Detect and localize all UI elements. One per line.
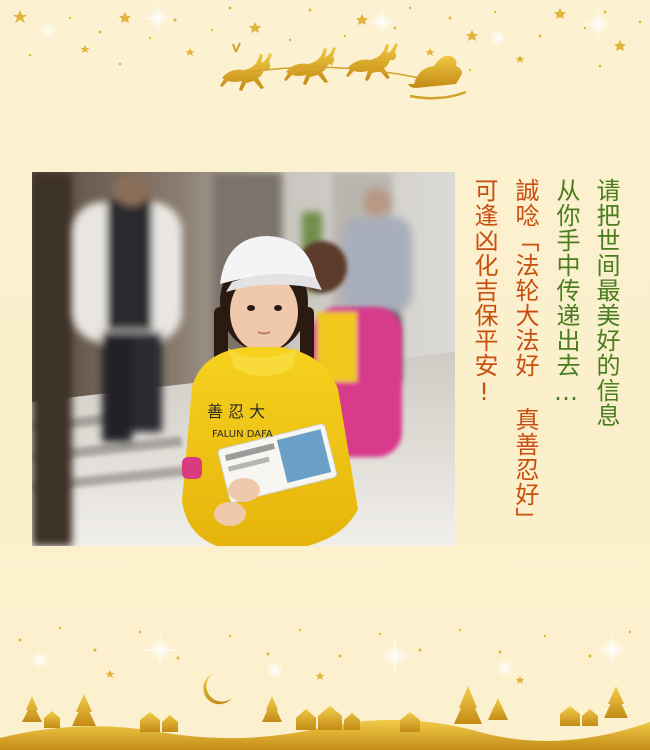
message-line-2: 从你手中传递出去… <box>552 178 580 407</box>
greeting-card: 善 忍 大 FALUN DAFA 请把世间最美好的信息 从你手中传递出去… 誠唸… <box>0 0 650 750</box>
message-line-4: 可逢凶化吉保平安! <box>470 178 498 407</box>
message-line-1: 请把世间最美好的信息 <box>592 178 620 428</box>
jacket-text-2: FALUN DAFA <box>212 429 273 440</box>
crescent-moon-icon <box>203 674 232 705</box>
sparkle-glows <box>40 4 612 46</box>
photo-child-with-flyers: 善 忍 大 FALUN DAFA <box>32 172 455 546</box>
bottom-decoration <box>0 626 650 750</box>
jacket-text-1: 善 忍 大 <box>207 402 265 421</box>
top-decoration <box>13 4 642 100</box>
bottom-star-field <box>18 626 632 684</box>
message-line-3: 誠唸「法轮大法好 真善忍好」 <box>511 178 539 532</box>
street-photo: 善 忍 大 FALUN DAFA <box>32 172 455 546</box>
bottom-sparkles <box>31 634 628 679</box>
village-silhouette-icon <box>0 686 650 750</box>
